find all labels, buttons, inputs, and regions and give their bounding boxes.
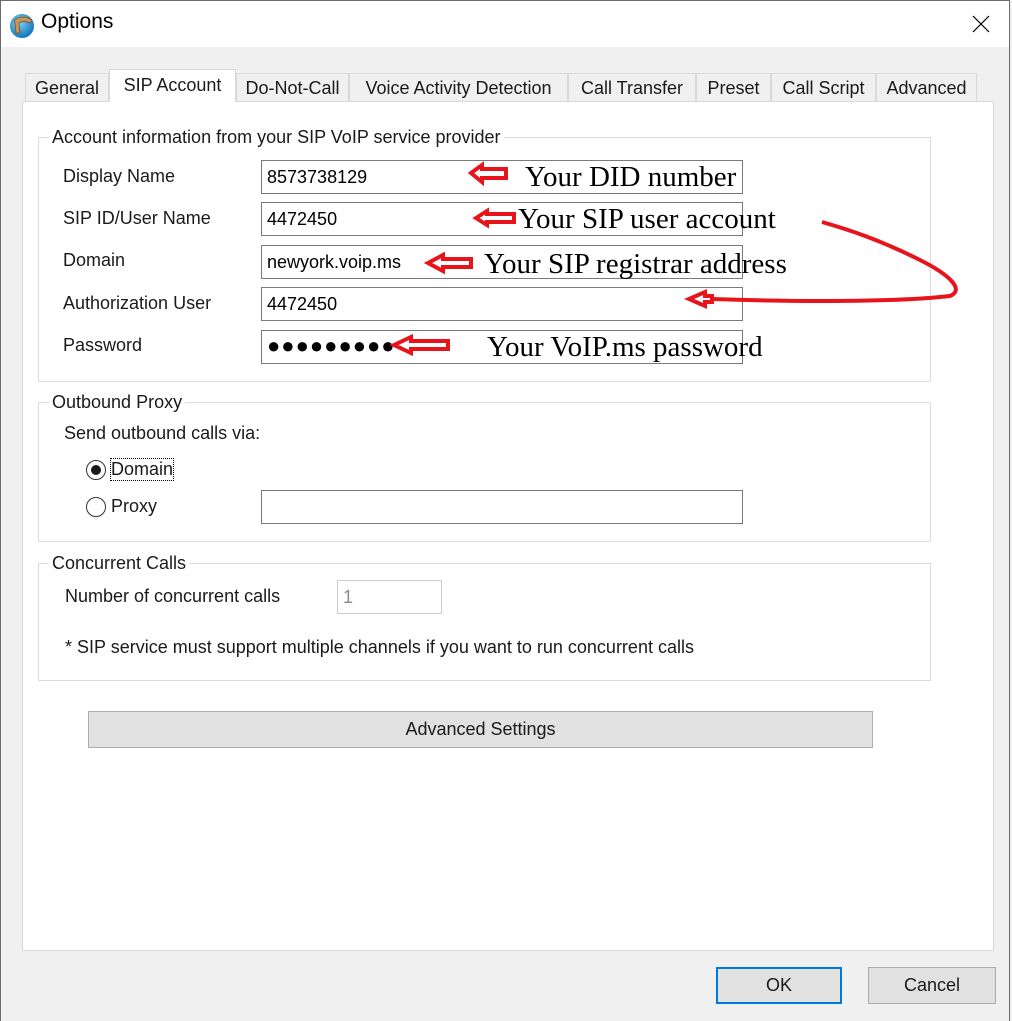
account-info-legend: Account information from your SIP VoIP s… <box>49 126 504 148</box>
domain-label: Domain <box>63 250 126 270</box>
radio-domain[interactable] <box>86 460 106 480</box>
cancel-button[interactable]: Cancel <box>868 967 996 1004</box>
options-dialog: Options General SIP Account Do-Not-Call … <box>0 0 1010 1021</box>
send-outbound-prompt: Send outbound calls via: <box>64 423 261 443</box>
tab-do-not-call[interactable]: Do-Not-Call <box>236 73 349 101</box>
proxy-field[interactable] <box>261 490 743 524</box>
radio-proxy[interactable] <box>86 497 106 517</box>
password-label: Password <box>63 335 143 355</box>
ok-button[interactable]: OK <box>716 967 842 1004</box>
outbound-proxy-legend: Outbound Proxy <box>49 391 186 413</box>
title-bar: Options <box>1 1 1009 47</box>
annotation-password: Your VoIP.ms password <box>487 331 763 363</box>
sip-account-panel: Account information from your SIP VoIP s… <box>22 101 994 951</box>
annotation-did: Your DID number <box>525 161 737 193</box>
display-name-label: Display Name <box>63 166 176 186</box>
tab-preset[interactable]: Preset <box>696 73 771 101</box>
concurrent-calls-note: * SIP service must support multiple chan… <box>65 637 694 657</box>
radio-domain-label[interactable]: Domain <box>109 458 175 481</box>
tab-call-transfer[interactable]: Call Transfer <box>568 73 696 101</box>
close-button[interactable] <box>953 1 1009 47</box>
tab-advanced[interactable]: Advanced <box>876 73 977 101</box>
phone-globe-icon <box>10 14 34 38</box>
authorization-user-label: Authorization User <box>63 293 212 313</box>
authorization-user-field[interactable]: 4472450 <box>261 287 743 321</box>
tab-sip-account[interactable]: SIP Account <box>109 69 236 102</box>
close-icon <box>972 15 990 33</box>
concurrent-calls-group: Concurrent Calls Number of concurrent ca… <box>38 552 931 681</box>
radio-proxy-label[interactable]: Proxy <box>111 496 157 517</box>
concurrent-calls-field[interactable]: 1 <box>337 580 442 614</box>
tab-voice-activity-detection[interactable]: Voice Activity Detection <box>349 73 568 101</box>
tab-call-script[interactable]: Call Script <box>771 73 876 101</box>
concurrent-calls-label: Number of concurrent calls <box>65 586 281 606</box>
outbound-proxy-group: Outbound Proxy Send outbound calls via: … <box>38 391 931 542</box>
annotation-registrar: Your SIP registrar address <box>484 248 787 280</box>
tab-general[interactable]: General <box>25 73 109 101</box>
window-title: Options <box>41 10 114 33</box>
sip-id-label: SIP ID/User Name <box>63 208 211 228</box>
advanced-settings-button[interactable]: Advanced Settings <box>88 711 873 748</box>
annotation-sip-user: Your SIP user account <box>518 203 776 235</box>
concurrent-calls-legend: Concurrent Calls <box>49 552 190 574</box>
